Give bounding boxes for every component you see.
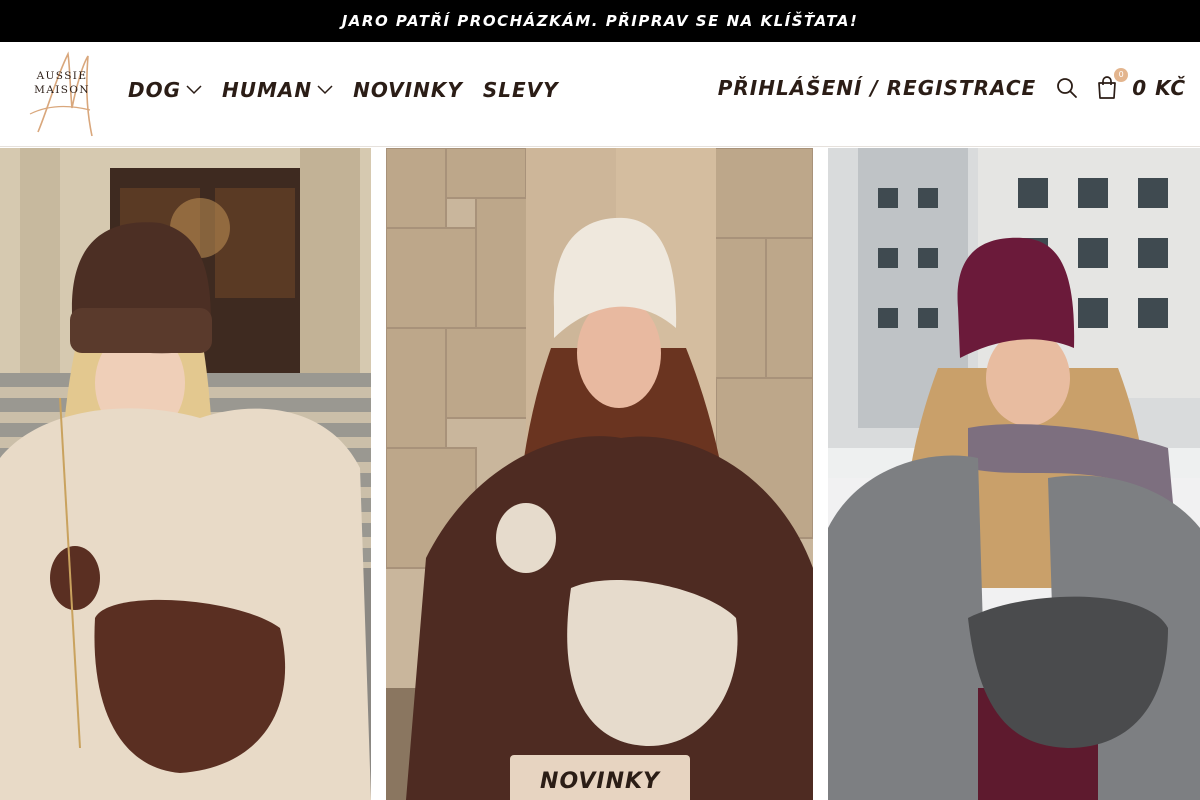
- hero-photo-3[interactable]: [828, 148, 1200, 800]
- nav-item-human[interactable]: HUMAN: [222, 78, 333, 102]
- logo-line2: MAISON: [34, 84, 90, 96]
- nav-item-label: DOG: [128, 78, 182, 102]
- main-nav: DOG HUMAN NOVINKY SLEVY: [128, 78, 579, 102]
- header-actions: PŘIHLÁŠENÍ / REGISTRACE 0 0 KČ: [718, 68, 1186, 100]
- hero-photo-2[interactable]: [386, 148, 813, 800]
- hero-photo-1-image: [0, 148, 371, 800]
- chevron-down-icon: [317, 85, 333, 95]
- announcement-bar: Jaro patří procházkám. Připrav se na klí…: [0, 0, 1200, 42]
- nav-item-slevy[interactable]: SLEVY: [483, 78, 559, 102]
- cart-count-badge: 0: [1114, 68, 1129, 82]
- nav-item-label: NOVINKY: [353, 78, 463, 102]
- hero-photo-3-image: [828, 148, 1200, 800]
- login-register-link[interactable]: PŘIHLÁŠENÍ / REGISTRACE: [718, 76, 1037, 100]
- nav-item-novinky[interactable]: NOVINKY: [353, 78, 463, 102]
- cart-total[interactable]: 0 KČ: [1132, 76, 1186, 100]
- cart-button[interactable]: 0: [1096, 68, 1129, 100]
- hero-photo-2-image: [386, 148, 813, 800]
- novinky-cta-button[interactable]: NOVINKY: [510, 755, 690, 800]
- nav-item-dog[interactable]: DOG: [128, 78, 202, 102]
- nav-item-label: SLEVY: [482, 78, 559, 102]
- site-header: AUSSIE MAISON DOG HUMAN NOVINKY SLEVY PŘ…: [0, 42, 1200, 147]
- nav-item-label: HUMAN: [222, 78, 313, 102]
- search-icon[interactable]: [1056, 77, 1078, 99]
- logo-line1: AUSSIE: [36, 70, 88, 82]
- cta-label: NOVINKY: [540, 769, 660, 794]
- logo[interactable]: AUSSIE MAISON: [26, 48, 102, 140]
- chevron-down-icon: [186, 85, 202, 95]
- hero-photo-1[interactable]: [0, 148, 371, 800]
- announcement-text: Jaro patří procházkám. Připrav se na klí…: [341, 12, 859, 30]
